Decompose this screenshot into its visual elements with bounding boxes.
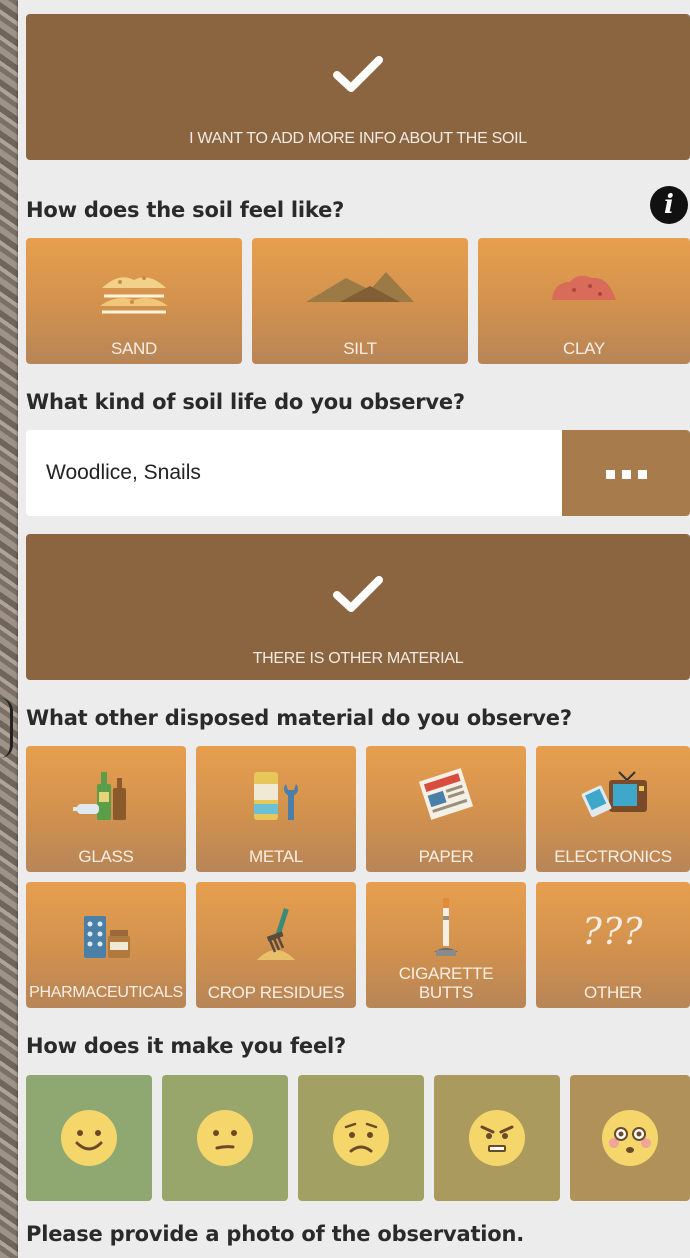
soil-life-select[interactable]: Woodlice, Snails [26, 430, 690, 516]
cigarette-icon [434, 898, 458, 956]
material-option-metal[interactable]: METAL [196, 746, 356, 872]
material-option-label: GLASS [78, 847, 134, 866]
material-option-label: CIGARETTE BUTTS [398, 964, 494, 1002]
question-marks-icon: ??? [582, 912, 644, 953]
material-option-cigarette-butts[interactable]: CIGARETTE BUTTS [366, 882, 526, 1008]
soil-option-label: SILT [343, 339, 377, 358]
checkmark-icon [333, 56, 383, 92]
clay-icon [552, 275, 616, 300]
neutral-face-icon [197, 1110, 253, 1166]
sad-face-icon [333, 1110, 389, 1166]
other-material-label: THERE IS OTHER MATERIAL [252, 650, 464, 667]
other-material-toggle[interactable]: THERE IS OTHER MATERIAL [26, 534, 690, 680]
pills-icon [84, 916, 130, 958]
soil-option-sand[interactable]: SAND [26, 238, 242, 364]
background-texture [0, 0, 18, 1258]
mood-option-sad[interactable] [298, 1075, 424, 1201]
material-option-label: CROP RESIDUES [207, 983, 345, 1002]
mood-option-shocked[interactable] [570, 1075, 690, 1201]
material-option-label: OTHER [583, 983, 642, 1002]
soil-option-silt[interactable]: SILT [252, 238, 468, 364]
material-option-label: PAPER [418, 847, 474, 866]
newspaper-icon [418, 768, 474, 820]
soil-option-label: CLAY [563, 339, 605, 358]
add-soil-info-toggle[interactable]: I WANT TO ADD MORE INFO ABOUT THE SOIL [26, 14, 690, 160]
mood-option-neutral[interactable] [162, 1075, 288, 1201]
soil-feel-question: How does the soil feel like? [26, 198, 345, 222]
pitchfork-hay-icon [257, 908, 295, 960]
checkmark-icon [333, 576, 383, 612]
add-soil-info-label: I WANT TO ADD MORE INFO ABOUT THE SOIL [189, 130, 527, 147]
electronics-icon [581, 771, 647, 818]
material-option-electronics[interactable]: ELECTRONICS [536, 746, 690, 872]
mood-option-happy[interactable] [26, 1075, 152, 1201]
observation-form: I WANT TO ADD MORE INFO ABOUT THE SOIL H… [18, 0, 690, 1258]
material-option-label: ELECTRONICS [554, 847, 672, 866]
material-option-label: METAL [249, 847, 303, 866]
material-option-other[interactable]: ??? OTHER [536, 882, 690, 1008]
sand-icon [100, 276, 168, 314]
material-option-glass[interactable]: GLASS [26, 746, 186, 872]
photo-prompt: Please provide a photo of the observatio… [26, 1222, 525, 1246]
angry-face-icon [469, 1110, 525, 1166]
info-icon[interactable]: i [650, 186, 688, 224]
disposed-material-question: What other disposed material do you obse… [26, 706, 572, 730]
silt-icon [306, 272, 414, 302]
more-options-icon [606, 470, 615, 479]
glass-bottles-icon [73, 772, 126, 820]
more-options-button[interactable] [562, 430, 690, 516]
soil-life-value: Woodlice, Snails [46, 461, 201, 484]
material-option-paper[interactable]: PAPER [366, 746, 526, 872]
material-option-crop-residues[interactable]: CROP RESIDUES [196, 882, 356, 1008]
smile-face-icon [61, 1110, 117, 1166]
feeling-question: How does it make you feel? [26, 1034, 346, 1058]
shocked-face-icon [602, 1110, 658, 1166]
edge-bracket [0, 698, 13, 758]
material-option-label: PHARMACEUTICALS [29, 984, 183, 1001]
soil-option-clay[interactable]: CLAY [478, 238, 690, 364]
soil-life-question: What kind of soil life do you observe? [26, 390, 465, 414]
mood-option-angry[interactable] [434, 1075, 560, 1201]
soil-option-label: SAND [110, 339, 158, 358]
metal-can-wrench-icon [254, 772, 298, 820]
material-option-pharmaceuticals[interactable]: PHARMACEUTICALS [26, 882, 186, 1008]
